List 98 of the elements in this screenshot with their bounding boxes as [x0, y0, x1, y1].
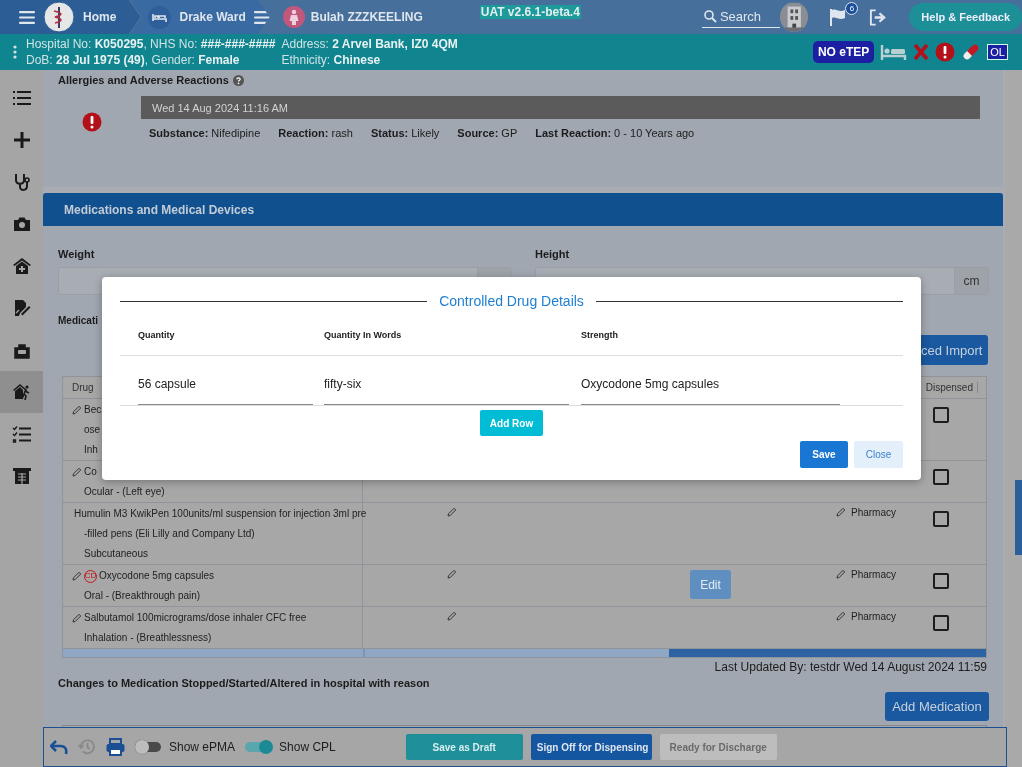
column-header: Quantity In Words — [324, 329, 403, 342]
menu-icon[interactable] — [253, 10, 270, 24]
search-icon — [703, 10, 717, 23]
save-button[interactable]: Save — [800, 441, 848, 468]
drug-text: Subcutaneous — [83, 547, 149, 561]
action-button[interactable]: Sign Off for Dispensing — [530, 734, 652, 760]
help-button[interactable]: Help & Feedback — [909, 3, 1022, 31]
pencil-icon[interactable] — [447, 611, 457, 621]
notification-badge: 6 — [845, 2, 859, 15]
checkbox[interactable] — [933, 469, 949, 485]
scrollbar[interactable] — [1015, 480, 1022, 555]
section-header: Medications and Medical Devices — [43, 193, 1003, 226]
drug-text: Inh — [83, 443, 99, 457]
more-icon[interactable] — [13, 45, 17, 59]
logo-icon[interactable] — [43, 1, 75, 33]
checkbox[interactable] — [933, 407, 949, 423]
flag-icon[interactable] — [829, 8, 848, 26]
drug-text: Bec — [84, 403, 102, 417]
section-title: Allergies and Adverse Reactions — [58, 74, 229, 86]
menu-icon[interactable] — [19, 10, 35, 24]
checklist-icon[interactable] — [11, 424, 32, 444]
pencil-icon[interactable] — [72, 405, 82, 415]
toggle-switch[interactable] — [245, 740, 274, 754]
drug-text: ose — [83, 423, 102, 437]
drug-text: Ocular - (Left eye) — [83, 485, 166, 499]
pencil-icon[interactable] — [72, 613, 82, 623]
patient-detail: Ethnicity: Chinese — [281, 53, 382, 67]
patient-detail: Hospital No: K050295, NHS No: ###-###-#### — [26, 37, 276, 51]
unit-label: cm — [954, 268, 988, 294]
action-button[interactable]: Save as Draft — [405, 734, 523, 760]
undo-icon[interactable] — [50, 739, 68, 755]
checkbox[interactable] — [933, 511, 949, 527]
field-label: Weight — [58, 248, 96, 260]
drug-text: Oxycodone 5mg capsules — [99, 569, 215, 583]
alert-icon — [82, 112, 102, 132]
column-header: Strength — [581, 329, 619, 342]
logout-icon[interactable] — [869, 8, 889, 26]
drug-text: Inhalation - (Breathlessness) — [83, 631, 213, 645]
section-label: Changes to Medication Stopped/Started/Altered in hospital with reason — [58, 677, 431, 689]
date-bar: Wed 14 Aug 2024 11:16 AM — [141, 96, 980, 119]
section-label: Medicati — [58, 315, 98, 327]
pencil-icon[interactable] — [836, 611, 846, 621]
list-icon[interactable] — [11, 88, 32, 108]
pencil-icon[interactable] — [836, 507, 846, 517]
help-icon[interactable] — [232, 74, 244, 86]
toggle-label: Show ePMA — [169, 740, 236, 754]
allergy-detail: Last Reaction: 0 - 10 Years ago — [535, 127, 695, 139]
house-icon[interactable] — [11, 256, 32, 276]
plus-icon[interactable] — [11, 130, 32, 150]
patient-link[interactable]: Bulah ZZZKEELING — [310, 10, 423, 24]
allergy-detail: Substance: Nifedipine — [149, 127, 261, 139]
home-link[interactable]: Home — [83, 10, 117, 24]
scrollbar[interactable] — [63, 649, 986, 657]
column-header: Drug — [72, 382, 94, 393]
drug-text: Oral - (Breakthrough pain) — [83, 589, 202, 603]
toggle-label: Show CPL — [279, 740, 336, 754]
drug-text: Humulin M3 KwikPen 100units/ml suspension for injection 3ml pre — [74, 507, 367, 521]
checkbox[interactable] — [933, 615, 949, 631]
dialog-title: Controlled Drug Details — [439, 293, 584, 309]
close-button[interactable]: Close — [854, 441, 903, 468]
search-field[interactable]: Search — [719, 9, 778, 24]
sidebar-item[interactable] — [0, 371, 43, 413]
source-text: Pharmacy — [851, 611, 896, 622]
allergy-detail: Source: GP — [457, 127, 518, 139]
source-text: Pharmacy — [851, 507, 896, 518]
drug-text: Salbutamol 100micrograms/dose inhaler CFC free — [84, 611, 307, 625]
person-icon — [282, 6, 305, 28]
print-icon[interactable] — [106, 738, 125, 756]
version-label: UAT v2.6.1-beta.4 — [479, 5, 581, 19]
allergy-detail: Status: Likely — [370, 127, 440, 139]
import-button[interactable]: ced Import — [921, 335, 988, 365]
pencil-icon[interactable] — [72, 571, 82, 581]
bed-icon — [148, 5, 172, 29]
pencil-icon[interactable] — [836, 569, 846, 579]
pencil-icon[interactable] — [447, 507, 457, 517]
status-badge[interactable]: OL — [987, 44, 1008, 60]
ward-link[interactable]: Drake Ward — [179, 10, 246, 24]
column-header: Dispensed — [925, 382, 978, 393]
add-medication-button[interactable]: Add Medication — [885, 692, 989, 721]
drug-text: Co — [84, 465, 97, 479]
patient-detail: Address: 2 Arvel Bank, IZ0 4QM — [281, 37, 458, 51]
pencil-icon[interactable] — [447, 569, 457, 579]
source-text: Pharmacy — [851, 569, 896, 580]
column-header: Quantity — [138, 329, 176, 342]
edit-button[interactable]: Edit — [690, 570, 731, 599]
patient-detail: DoB: 28 Jul 1975 (49), Gender: Female — [26, 53, 241, 67]
alert-icon[interactable] — [935, 42, 956, 62]
field-label: Height — [535, 248, 571, 260]
house-walking-icon[interactable] — [11, 382, 32, 402]
toggle-switch[interactable] — [135, 740, 163, 754]
bed-icon[interactable] — [880, 43, 908, 61]
allergy-detail: Reaction: rash — [278, 127, 353, 139]
last-updated-text: Last Updated By: testdr Wed 14 August 2024 11:59 — [713, 660, 987, 674]
drug-text: -filled pens (Eli Lilly and Company Ltd) — [83, 527, 256, 541]
status-badge[interactable]: NO eTEP — [812, 41, 875, 63]
building-icon[interactable] — [11, 466, 32, 486]
checkbox[interactable] — [933, 573, 949, 589]
pencil-icon[interactable] — [72, 467, 82, 477]
